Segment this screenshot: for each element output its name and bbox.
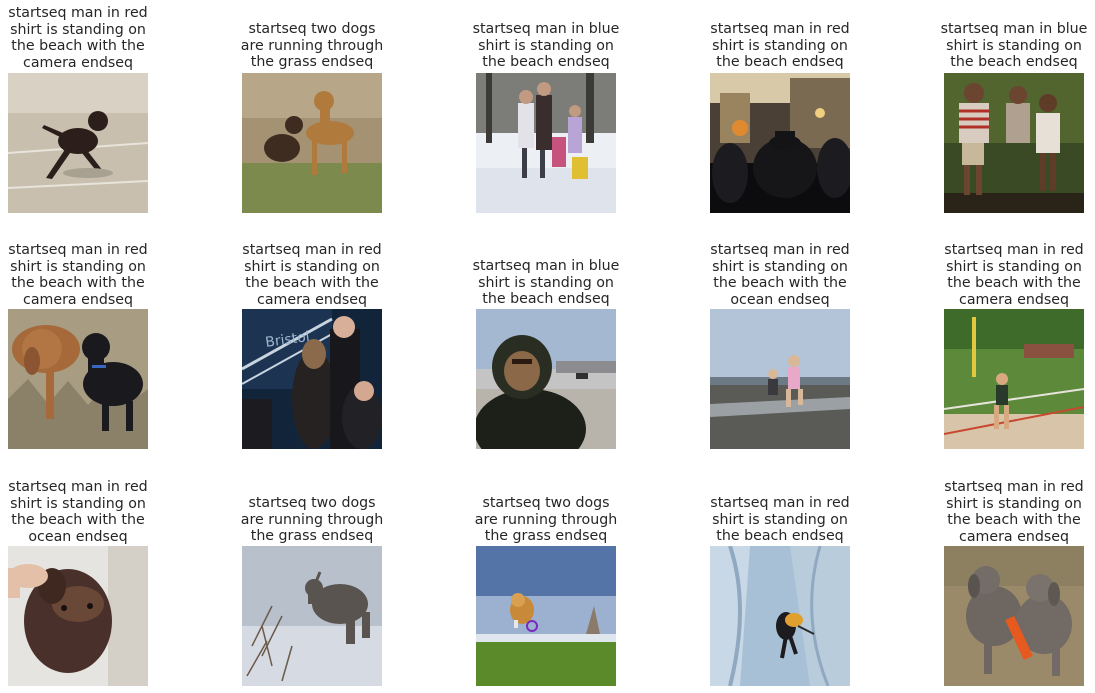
children-posing-outdoors-image: [944, 73, 1084, 213]
photo-thumbnail: Bristol: [242, 309, 382, 449]
image-caption: startseq two dogs are running through th…: [240, 21, 384, 71]
image-caption: startseq two dogs are running through th…: [240, 495, 384, 545]
image-caption: startseq man in red shirt is standing on…: [944, 479, 1084, 545]
family-in-snow-image: [476, 73, 616, 213]
image-caption: startseq man in red shirt is standing on…: [710, 21, 850, 71]
image-caption: startseq man in red shirt is standing on…: [710, 242, 850, 308]
photo-thumbnail: [476, 309, 616, 449]
photo-thumbnail: [476, 546, 616, 686]
image-caption: startseq man in red shirt is standing on…: [8, 5, 148, 71]
dog-in-snow-image: [242, 546, 382, 686]
photo-thumbnail: [710, 546, 850, 686]
photo-thumbnail: [8, 546, 148, 686]
street-crowd-blurred-image: [710, 73, 850, 213]
image-caption: startseq man in red shirt is standing on…: [8, 479, 148, 545]
dog-closeup-with-hand-image: [8, 546, 148, 686]
two-dogs-in-dry-grass-image: [8, 309, 148, 449]
photo-thumbnail: [710, 73, 850, 213]
child-at-playground-image: [944, 309, 1084, 449]
dog-running-dirt-field-image: [8, 73, 148, 213]
image-caption: startseq two dogs are running through th…: [474, 495, 618, 545]
image-caption: startseq man in red shirt is standing on…: [242, 242, 382, 308]
man-in-hood-outdoors-image: [476, 309, 616, 449]
kids-running-on-beach-image: [710, 309, 850, 449]
photo-thumbnail: [710, 309, 850, 449]
image-caption: startseq man in blue shirt is standing o…: [940, 21, 1088, 71]
caption-grid: startseq man in red shirt is standing on…: [0, 0, 1095, 693]
photo-thumbnail: [944, 309, 1084, 449]
image-caption: startseq man in red shirt is standing on…: [8, 242, 148, 308]
image-caption: startseq man in red shirt is standing on…: [710, 495, 850, 545]
photo-thumbnail: [8, 309, 148, 449]
image-caption: startseq man in blue shirt is standing o…: [472, 21, 620, 71]
dog-jumping-for-frisbee-image: [476, 546, 616, 686]
people-at-bristol-event-image: Bristol: [242, 309, 382, 449]
photo-thumbnail: [8, 73, 148, 213]
ice-climber-image: [710, 546, 850, 686]
image-caption: startseq man in red shirt is standing on…: [944, 242, 1084, 308]
photo-thumbnail: [242, 73, 382, 213]
photo-thumbnail: [242, 546, 382, 686]
two-weimaraners-with-toy-image: [944, 546, 1084, 686]
photo-thumbnail: [476, 73, 616, 213]
two-dogs-on-grass-image: [242, 73, 382, 213]
photo-thumbnail: [944, 73, 1084, 213]
image-caption: startseq man in blue shirt is standing o…: [472, 258, 620, 308]
photo-thumbnail: [944, 546, 1084, 686]
